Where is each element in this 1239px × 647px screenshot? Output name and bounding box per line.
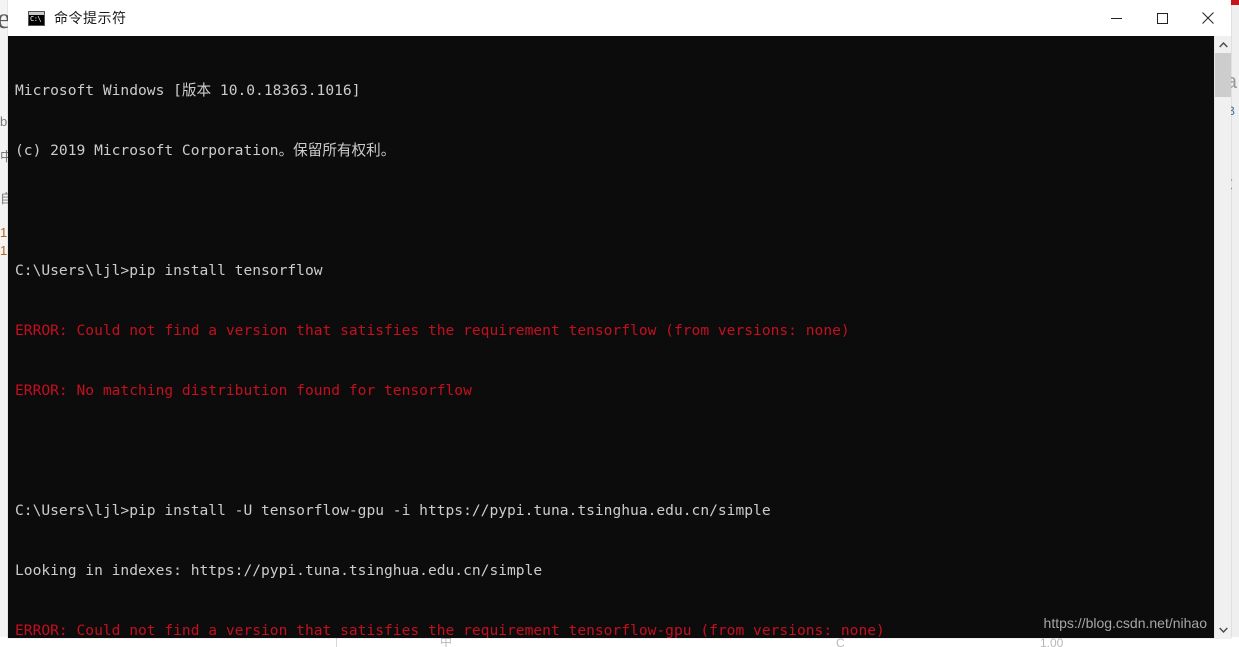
console-line: ERROR: Could not find a version that sat… [15, 322, 850, 339]
window-controls [1093, 0, 1231, 36]
background-bottom-divider [336, 637, 337, 647]
maximize-button[interactable] [1139, 0, 1185, 36]
minimize-icon [1110, 17, 1122, 19]
console-scrollbar[interactable] [1214, 36, 1231, 638]
console-line: ERROR: Could not find a version that sat… [15, 622, 885, 638]
window-title: 命令提示符 [54, 10, 127, 26]
console-line: C:\Users\ljl>pip install -U tensorflow-g… [15, 502, 771, 519]
console-output-area[interactable]: Microsoft Windows [版本 10.0.18363.1016] (… [8, 36, 1231, 638]
chevron-down-icon [1218, 627, 1228, 633]
console-line: Looking in indexes: https://pypi.tuna.ts… [15, 562, 543, 579]
console-line: Microsoft Windows [版本 10.0.18363.1016] [15, 82, 361, 99]
maximize-icon [1156, 12, 1168, 24]
screen-root: e b 中 自 1 1 a B < 中 C 1.00 命令提示符 [0, 0, 1239, 647]
scroll-up-button[interactable] [1215, 36, 1231, 53]
scroll-down-button[interactable] [1215, 621, 1231, 638]
scrollbar-thumb[interactable] [1215, 53, 1231, 97]
command-prompt-window: 命令提示符 [8, 0, 1231, 638]
console-line: C:\Users\ljl>pip install tensorflow [15, 262, 323, 279]
console-text: Microsoft Windows [版本 10.0.18363.1016] (… [15, 41, 1069, 638]
minimize-button[interactable] [1093, 0, 1139, 36]
chevron-up-icon [1218, 41, 1228, 47]
console-line: ERROR: No matching distribution found fo… [15, 382, 472, 399]
window-titlebar[interactable]: 命令提示符 [8, 0, 1231, 36]
close-icon [1202, 12, 1214, 24]
close-button[interactable] [1185, 0, 1231, 36]
command-prompt-icon [28, 10, 45, 26]
console-line: (c) 2019 Microsoft Corporation。保留所有权利。 [15, 142, 396, 159]
